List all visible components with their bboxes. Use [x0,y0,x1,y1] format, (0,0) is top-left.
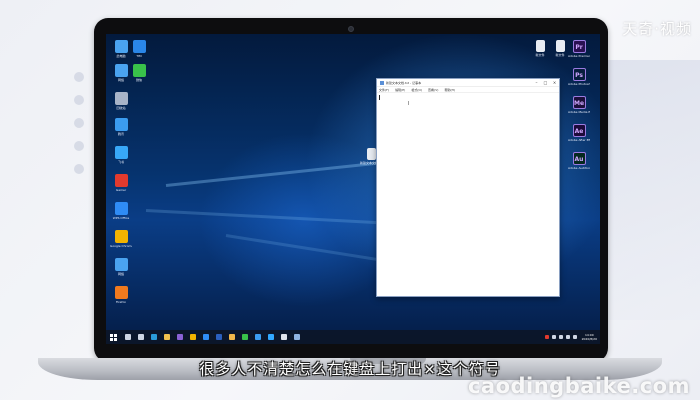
text-file-icon [366,148,376,160]
maximize-button[interactable]: □ [541,79,550,87]
notepad-window[interactable]: 新建文本文档.txt - 记事本 – □ × 文件(F) 编辑(E) 格式(O)… [376,78,560,297]
menu-edit[interactable]: 编辑(E) [395,87,405,92]
qq-icon[interactable] [254,334,261,340]
system-tray: 14:00 2020/8/20 [544,333,600,341]
file-icon [535,40,545,52]
menu-help[interactable]: 帮助(H) [444,87,455,92]
desktop-icon-label: 新文件 [535,53,545,57]
search-icon[interactable] [124,334,131,340]
photoshop-icon: Ps [572,68,586,81]
system-clock[interactable]: 14:00 2020/8/20 [582,333,597,341]
desktop-icon-wps[interactable]: WPS Office [110,202,132,220]
desktop-icon-label: 网络 [117,272,124,276]
minimize-button[interactable]: – [532,79,541,87]
desktop-icon-recycle-bin[interactable]: 回收站 [110,92,132,110]
chrome-icon [114,230,128,243]
desktop-icon-tim[interactable]: TIM [128,40,150,58]
game-icon [114,174,128,187]
feishu-icon [114,146,128,159]
text-caret [379,95,380,100]
desktop-icon-label: 微信 [135,78,142,82]
notepad-text-area[interactable]: I [377,94,559,296]
desktop-icon-tencent[interactable]: 腾讯 [110,118,132,136]
notepad-title: 新建文本文档.txt - 记事本 [386,80,422,85]
wifi-icon[interactable] [552,335,557,339]
folder-icon[interactable] [228,334,235,340]
desktop-icon-label: Gamer [115,188,127,192]
photoshop-icon[interactable] [267,334,274,340]
file-icon [555,40,565,52]
network-icon [114,64,128,77]
taskbar-apps [121,334,303,340]
tencent-icon [114,118,128,131]
desktop-icon-label: TIM [136,54,142,58]
desktop-icon-wechat[interactable]: 微信 [128,64,150,82]
desktop-icon-label: Adobe Photoshop [568,82,590,86]
ibeam-cursor-icon: I [408,101,410,107]
premiere-icon[interactable] [176,334,183,340]
menu-format[interactable]: 格式(O) [411,87,422,92]
wechat-icon[interactable] [241,334,248,340]
brand-watermark: 天奇·视频 [622,20,692,38]
volume-icon[interactable] [559,335,564,339]
input-method-icon[interactable] [545,335,550,339]
notepad-icon [380,80,384,85]
desktop-icon-audition[interactable]: Au Adobe Audition [568,152,590,170]
desktop-icon-media-encoder[interactable]: MeAdobe Media Encoder [568,96,590,114]
menu-file[interactable]: 文件(F) [379,87,389,92]
desktop-icon-label: Adobe Audition [568,166,590,170]
mail-icon[interactable] [202,334,209,340]
menu-view[interactable]: 查看(V) [428,87,438,92]
audition-icon: Au [572,152,586,165]
desktop-icon-game[interactable]: Gamer [110,174,132,192]
media-encoder-icon: Me [572,96,586,109]
desktop-icon-label: Google Chrome [110,244,132,248]
globe-icon [114,258,128,271]
webcam-icon [348,26,354,32]
recycle-bin-icon [114,92,128,105]
wps-icon [114,202,128,215]
desktop-icon-photoshop[interactable]: PsAdobe Photoshop [568,68,590,86]
background-dots [74,72,86,187]
notepad-titlebar[interactable]: 新建文本文档.txt - 记事本 – □ × [377,79,559,87]
desktop-icon-premiere[interactable]: PrAdobe Premiere Pro [568,40,590,58]
desktop-icon-firefox[interactable]: Firefox [110,286,132,304]
desktop-icon-label: 飞书 [117,160,124,164]
notepad-menubar: 文件(F) 编辑(E) 格式(O) 查看(V) 帮助(H) [377,87,559,93]
desktop-icon-file[interactable]: 新文件 [529,40,551,57]
desktop-icon-chrome[interactable]: Google Chrome [110,230,132,248]
notepad-icon[interactable] [293,334,300,340]
desktop-icon-label: Adobe Media Encoder [568,110,590,114]
taskbar: 14:00 2020/8/20 [106,330,600,344]
chrome-icon[interactable] [189,334,196,340]
word-icon[interactable] [215,334,222,340]
desktop-icon-globe[interactable]: 网络 [110,258,132,276]
desktop-icon-label: 腾讯 [117,132,124,136]
battery-icon[interactable] [566,335,571,339]
site-watermark: caodingbaike.com [467,374,690,398]
after-effects-icon: Ae [572,124,586,137]
desktop-icon-label: WPS Office [112,216,130,220]
desktop-screen: 此电脑 TIM 网络 微信 回收站 腾讯 飞书 Gamer WPS Office Google C… [106,34,600,344]
wechat-icon [132,64,146,77]
desktop-icon-label: Adobe Premiere Pro [568,54,590,58]
edge-icon[interactable] [150,334,157,340]
desktop-icon-feishu[interactable]: 飞书 [110,146,132,164]
clock-date: 2020/8/20 [581,337,597,341]
firefox-icon [114,286,128,299]
close-button[interactable]: × [550,79,559,87]
premiere-icon: Pr [572,40,586,53]
task-view-icon[interactable] [137,334,144,340]
language-icon[interactable] [573,335,578,339]
desktop-icon-label: Adobe After Effects [568,138,590,142]
desktop-icon-label: Firefox [116,300,126,304]
tim-icon [132,40,146,53]
start-button[interactable] [110,333,117,341]
desktop-icon-after-effects[interactable]: AeAdobe After Effects [568,124,590,142]
desktop-icon-label: 回收站 [116,106,126,110]
app-icon[interactable] [280,334,287,340]
computer-icon [114,40,128,53]
explorer-icon[interactable] [163,334,170,340]
